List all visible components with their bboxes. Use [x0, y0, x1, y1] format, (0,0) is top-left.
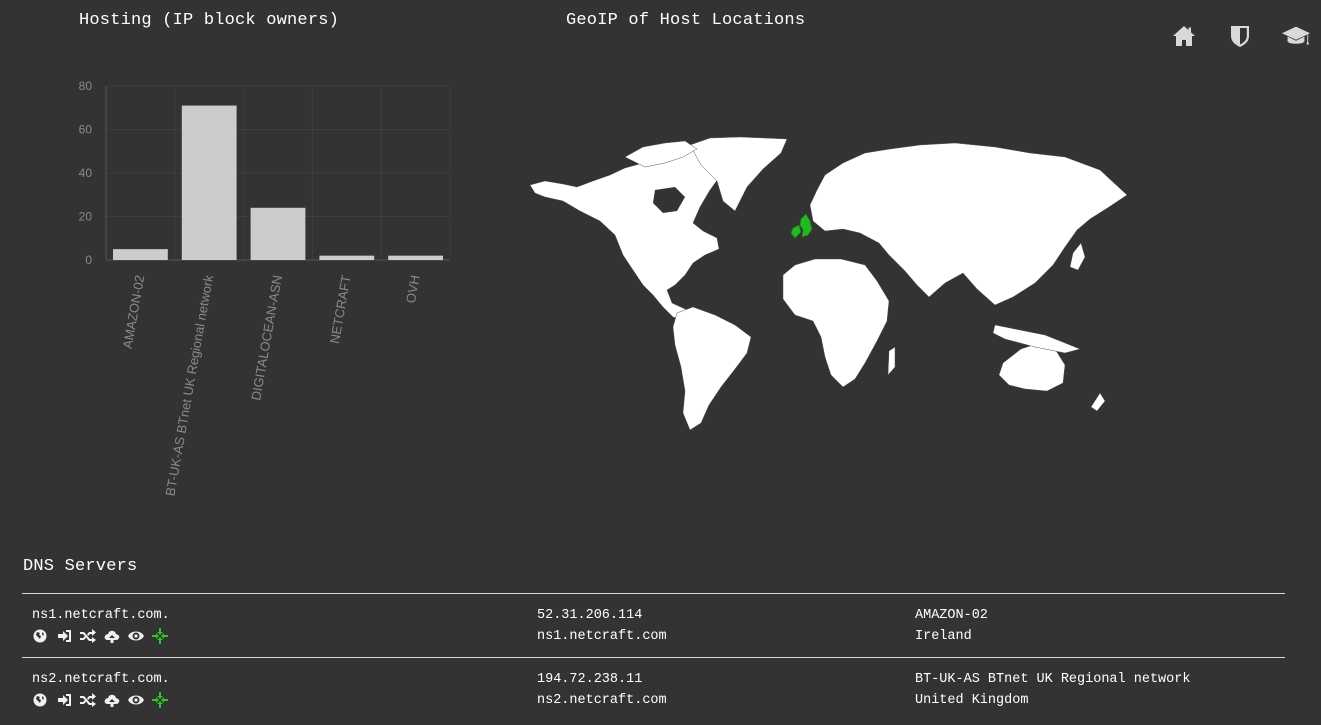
x-tick-label: DIGITALOCEAN-ASN [248, 274, 285, 402]
eye-icon[interactable] [128, 628, 144, 644]
graduation-cap-icon[interactable] [1281, 22, 1311, 50]
random-icon[interactable] [80, 628, 96, 644]
dns-row: ns1.netcraft.com. 52.31.206.114 ns1.netc… [22, 599, 1285, 659]
chart-bar [113, 249, 168, 260]
x-tick-label: AMAZON-02 [120, 274, 148, 350]
globe-icon[interactable] [32, 692, 48, 708]
x-tick-label: BT-UK-AS BTnet UK Regional network [162, 273, 216, 497]
top-navigation [1169, 22, 1311, 50]
hosting-bar-chart: 0 20 40 60 80 AMAZON-02 BT-UK-AS BTnet UK Regi… [79, 79, 451, 497]
north-america-landmass [529, 146, 726, 326]
map-highlight-ireland [790, 224, 802, 239]
hosting-chart-title: Hosting (IP block owners) [79, 11, 340, 30]
crosshairs-icon[interactable] [152, 628, 168, 644]
dns-country: Ireland [915, 629, 972, 644]
shield-icon[interactable] [1225, 22, 1255, 50]
world-map [529, 136, 1128, 431]
chart-bar [388, 255, 443, 260]
y-tick-label: 20 [79, 210, 93, 224]
dns-reverse-hostname: ns2.netcraft.com [537, 693, 667, 708]
x-tick-label: OVH [403, 274, 423, 304]
sign-in-icon[interactable] [56, 692, 72, 708]
crosshairs-icon[interactable] [152, 692, 168, 708]
y-tick-label: 80 [79, 79, 93, 93]
new-zealand-islands [1090, 392, 1106, 412]
dns-row-actions [32, 628, 170, 644]
dns-ip-address: 52.31.206.114 [537, 608, 643, 623]
dns-asn: BT-UK-AS BTnet UK Regional network [915, 672, 1191, 687]
table-divider [22, 593, 1285, 594]
cloud-upload-icon[interactable] [104, 692, 120, 708]
africa-landmass [782, 258, 890, 388]
chart-bar [181, 105, 237, 260]
dns-country: United Kingdom [915, 693, 1029, 708]
dns-row-actions [32, 692, 170, 708]
random-icon[interactable] [80, 692, 96, 708]
home-icon[interactable] [1169, 22, 1199, 50]
y-tick-label: 60 [79, 123, 93, 137]
eye-icon[interactable] [128, 692, 144, 708]
dns-reverse-hostname: ns1.netcraft.com [537, 629, 667, 644]
chart-bar [250, 207, 306, 260]
geoip-map-title: GeoIP of Host Locations [566, 11, 806, 30]
map-highlight-uk [799, 213, 813, 238]
dns-ip-address: 194.72.238.11 [537, 672, 643, 687]
dns-hostname: ns2.netcraft.com. [32, 672, 170, 687]
y-tick-label: 40 [79, 166, 93, 180]
sign-in-icon[interactable] [56, 628, 72, 644]
y-tick-label: 0 [85, 253, 92, 267]
dns-row: ns2.netcraft.com. 194.72.238.11 ns2.netc… [22, 663, 1285, 723]
madagascar-landmass [887, 346, 896, 376]
south-america-landmass [672, 306, 752, 431]
dns-servers-title: DNS Servers [23, 557, 138, 576]
japan-islands [1069, 242, 1086, 271]
cloud-upload-icon[interactable] [104, 628, 120, 644]
chart-bar [319, 255, 375, 260]
dns-hostname: ns1.netcraft.com. [32, 608, 170, 623]
globe-icon[interactable] [32, 628, 48, 644]
dns-asn: AMAZON-02 [915, 608, 988, 623]
table-divider [22, 657, 1285, 658]
x-tick-label: NETCRAFT [327, 274, 354, 345]
